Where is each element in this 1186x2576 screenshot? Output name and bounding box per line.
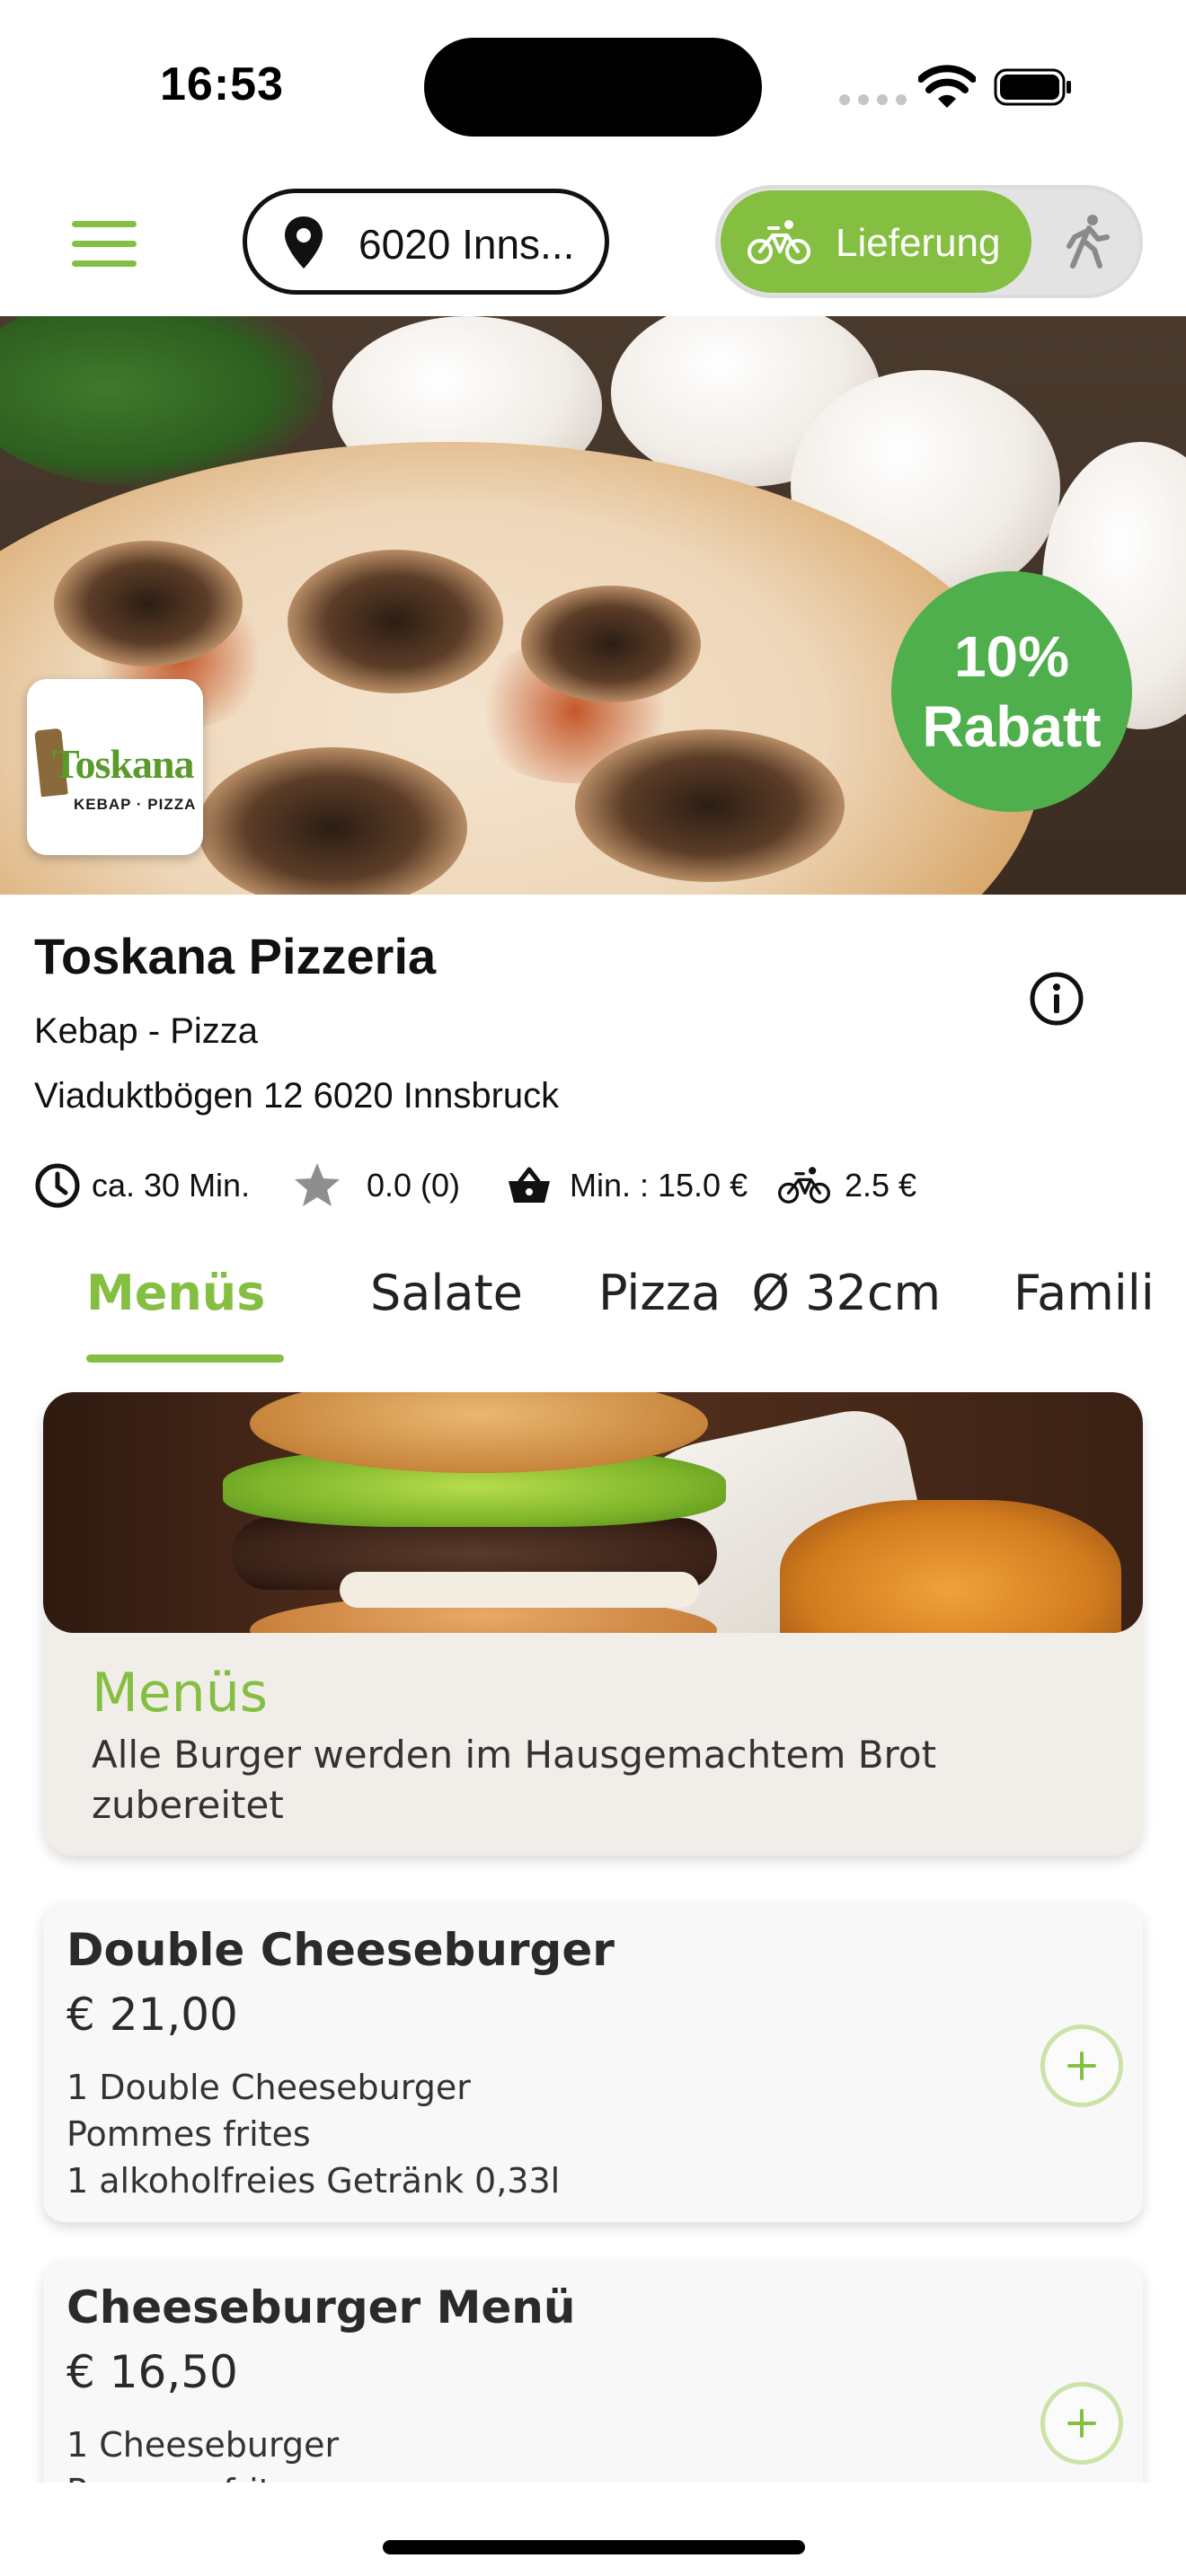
minimum-order: Min. : 15.0 € <box>507 1159 748 1213</box>
delivery-mode-toggle[interactable]: Lieferung <box>715 185 1143 298</box>
restaurant-meta-row: ca. 30 Min. 0.0 (0) Min. : 15.0 € 2.5 € <box>34 1159 1166 1213</box>
rating: 0.0 (0) <box>291 1159 460 1213</box>
delivery-option[interactable]: Lieferung <box>721 190 1031 293</box>
product-line: 1 Double Cheeseburger <box>66 2068 471 2107</box>
category-description: Alle Burger werden im Hausgemachtem Brot… <box>92 1733 937 1827</box>
restaurant-address: Viaduktbögen 12 6020 Innsbruck <box>34 1076 560 1116</box>
category-header-card: Menüs Alle Burger werden im Hausgemachte… <box>43 1392 1143 1856</box>
bicycle-icon <box>748 220 810 264</box>
clock-icon <box>35 1163 80 1208</box>
delivery-time: ca. 30 Min. <box>34 1159 250 1213</box>
basket-icon <box>509 1167 550 1203</box>
category-title: Menüs <box>92 1662 268 1725</box>
app-header: 6020 Inns... Lieferung <box>0 171 1186 316</box>
tab-salate[interactable]: Salate <box>370 1265 523 1321</box>
delivery-fee-text: 2.5 € <box>845 1167 917 1204</box>
restaurant-logo: Toskana KEBAP · PIZZA <box>27 679 203 855</box>
product-card[interactable]: Double Cheeseburger € 21,00 1 Double Che… <box>43 1902 1143 2222</box>
product-line: 1 alkoholfreies Getränk 0,33l <box>66 2161 561 2201</box>
active-tab-indicator <box>86 1354 284 1363</box>
delivery-fee: 2.5 € <box>778 1159 916 1213</box>
product-price: € 21,00 <box>66 1989 238 2041</box>
add-to-cart-button[interactable] <box>1040 2382 1123 2465</box>
tab-menus[interactable]: Menüs <box>86 1265 265 1321</box>
location-pin-icon <box>285 216 323 269</box>
delivery-label: Lieferung <box>836 221 1001 265</box>
walking-person-icon[interactable] <box>1064 214 1111 269</box>
restaurant-cuisine: Kebap - Pizza <box>34 1011 259 1051</box>
product-name: Cheeseburger Menü <box>66 2281 576 2333</box>
location-text: 6020 Inns... <box>358 221 575 268</box>
home-indicator[interactable] <box>383 2540 805 2554</box>
info-icon[interactable] <box>1028 970 1085 1028</box>
product-line: 1 Cheeseburger <box>66 2425 340 2465</box>
category-image <box>43 1392 1143 1633</box>
battery-icon <box>994 68 1071 106</box>
star-icon <box>295 1163 340 1206</box>
minimum-order-text: Min. : 15.0 € <box>570 1167 748 1204</box>
product-price: € 16,50 <box>66 2346 238 2398</box>
dynamic-island <box>424 38 762 137</box>
product-line: Pommes frites <box>66 2114 311 2154</box>
add-to-cart-button[interactable] <box>1040 2025 1123 2107</box>
location-selector[interactable]: 6020 Inns... <box>243 189 609 295</box>
bicycle-icon <box>778 1167 830 1204</box>
category-tabs: Menüs Salate Pizza Ø 32cm Famili <box>0 1248 1186 1365</box>
restaurant-name: Toskana Pizzeria <box>34 928 437 984</box>
discount-label: Rabatt <box>922 694 1102 759</box>
bottom-safe-area <box>0 2483 1186 2576</box>
tab-pizza[interactable]: Pizza Ø 32cm <box>598 1265 941 1321</box>
rating-text: 0.0 (0) <box>367 1167 461 1204</box>
status-bar: 16:53 <box>0 0 1186 162</box>
logo-name: Toskana <box>52 741 195 787</box>
product-name: Double Cheeseburger <box>66 1924 615 1976</box>
wifi-icon <box>918 65 976 108</box>
discount-percent: 10% <box>953 624 1070 689</box>
hamburger-menu-icon[interactable] <box>72 221 137 267</box>
cellular-signal-icon <box>839 93 915 110</box>
product-description: 1 Double Cheeseburger Pommes frites 1 al… <box>66 2064 560 2204</box>
logo-subtitle: KEBAP · PIZZA <box>74 796 197 813</box>
delivery-time-text: ca. 30 Min. <box>92 1167 251 1204</box>
tab-famili[interactable]: Famili <box>1013 1265 1155 1321</box>
discount-badge: 10% Rabatt <box>891 571 1132 812</box>
status-time: 16:53 <box>160 58 284 110</box>
